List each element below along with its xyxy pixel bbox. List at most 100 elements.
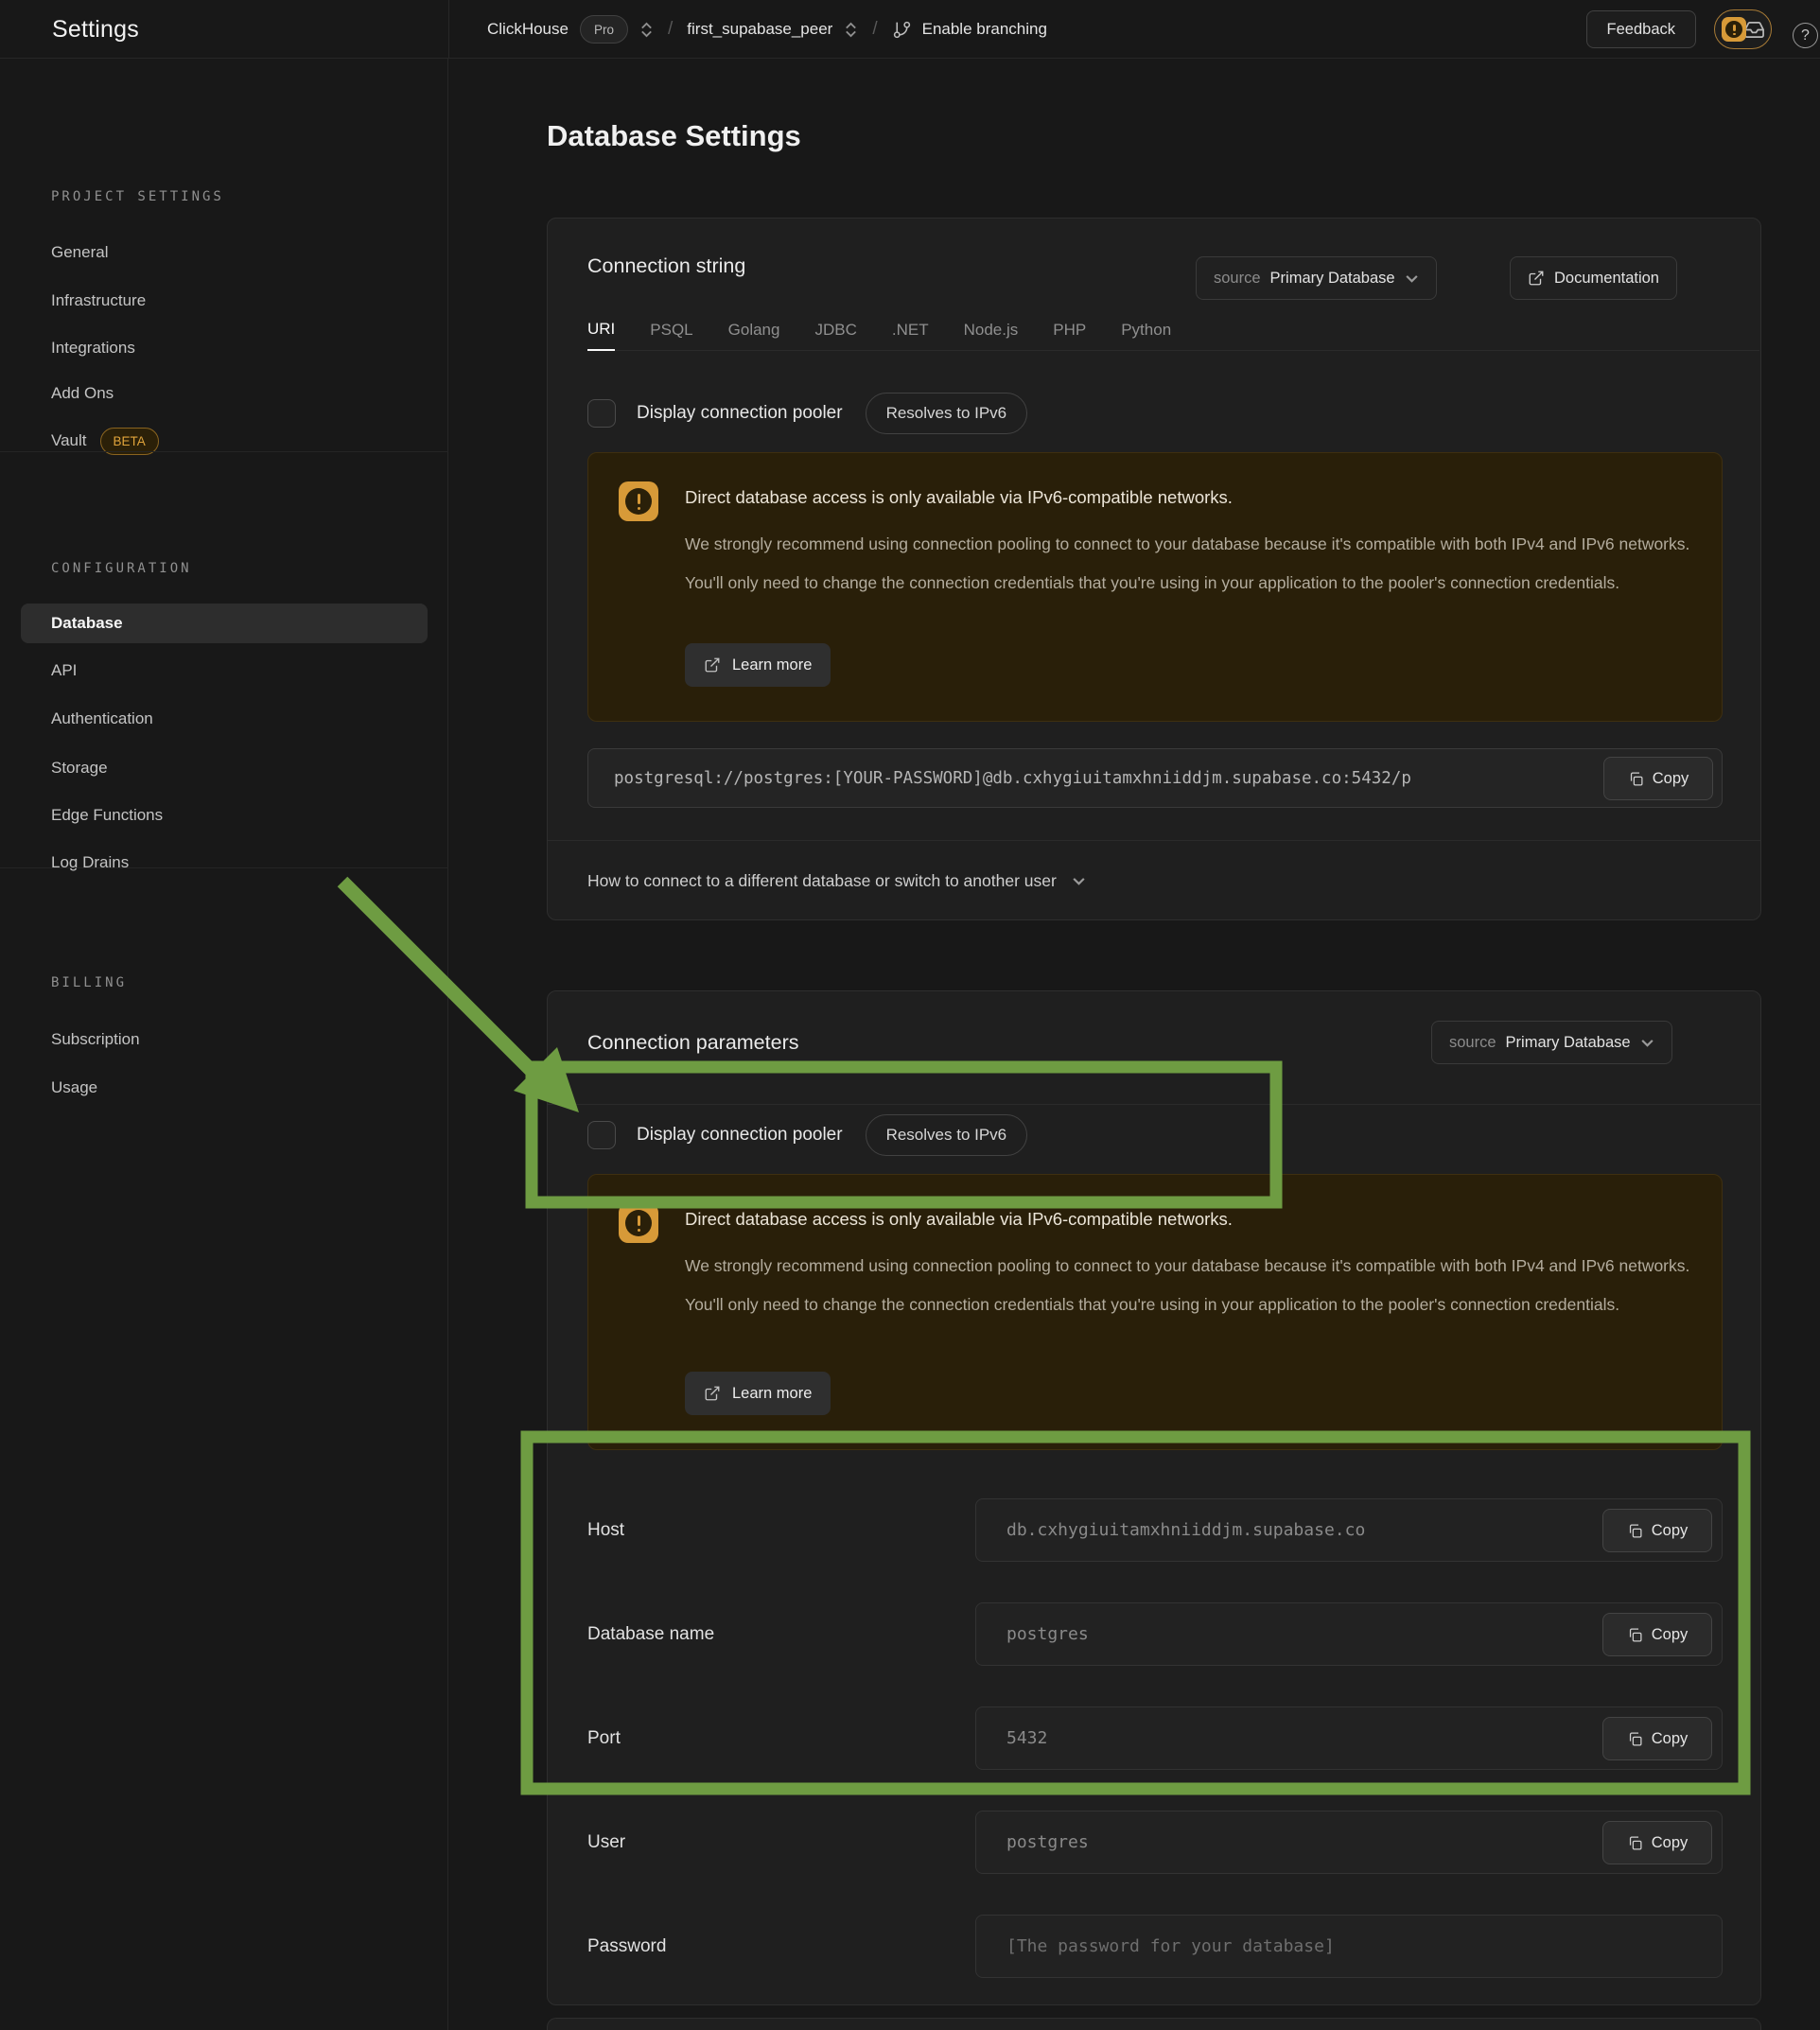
port-row: Port 5432 Copy [587,1706,1723,1770]
source-select[interactable]: source Primary Database [1431,1021,1672,1064]
project-name: first_supabase_peer [687,20,832,39]
ipv6-badge: Resolves to IPv6 [866,393,1028,434]
user-row: User postgres Copy [587,1811,1723,1874]
top-bar: Settings ClickHouse Pro / first_supabase… [0,0,1820,59]
database-name-input[interactable]: postgres Copy [975,1602,1723,1666]
database-name-row: Database name postgres Copy [587,1602,1723,1666]
display-connection-pooler-checkbox[interactable] [587,1121,616,1149]
copy-icon [1627,1523,1643,1539]
warning-body: We strongly recommend using connection p… [685,525,1711,603]
sidebar-item-add-ons[interactable]: Add Ons [0,375,448,412]
copy-database-name-button[interactable]: Copy [1602,1613,1712,1656]
tab-python[interactable]: Python [1121,309,1171,351]
port-input[interactable]: 5432 Copy [975,1706,1723,1770]
card-divider [548,1104,1760,1105]
chevron-down-icon [1405,271,1419,286]
pooler-label: Display connection pooler [637,403,843,424]
alert-icon [619,1203,658,1243]
settings-screen: Settings ClickHouse Pro / first_supabase… [0,0,1820,2030]
warning-body: We strongly recommend using connection p… [685,1247,1711,1324]
ipv6-warning: Direct database access is only available… [587,452,1723,722]
password-label: Password [587,1915,666,1978]
chevron-down-icon [1072,874,1086,888]
tab-jdbc[interactable]: JDBC [814,309,856,351]
page-title: Database Settings [547,119,801,153]
enable-branching-button[interactable]: Enable branching [892,20,1047,40]
password-input[interactable]: [The password for your database] [975,1915,1723,1978]
user-label: User [587,1811,625,1874]
breadcrumb-separator: / [872,19,877,40]
connection-uri-value: postgresql://postgres:[YOUR-PASSWORD]@db… [588,769,1411,788]
alert-badge-icon [1722,17,1746,42]
connection-uri-field[interactable]: postgresql://postgres:[YOUR-PASSWORD]@db… [587,748,1723,808]
sidebar-item-storage[interactable]: Storage [0,749,448,787]
sidebar-item-edge-functions[interactable]: Edge Functions [0,796,448,834]
section-project-settings: PROJECT SETTINGS [51,189,224,204]
source-select[interactable]: source Primary Database [1196,256,1437,300]
plan-badge: Pro [580,15,628,44]
chevron-down-icon [1640,1036,1654,1050]
tab-uri[interactable]: URI [587,309,615,351]
sidebar-item-subscription[interactable]: Subscription [0,1021,448,1059]
sidebar-item-api[interactable]: API [0,652,448,690]
external-link-icon [1528,270,1545,287]
copy-icon [1627,1627,1643,1643]
section-billing: BILLING [51,975,127,990]
pooler-label: Display connection pooler [637,1125,843,1146]
database-name-label: Database name [587,1602,714,1666]
learn-more-button[interactable]: Learn more [685,643,831,687]
copy-uri-button[interactable]: Copy [1603,757,1713,800]
breadcrumb: ClickHouse Pro / first_supabase_peer / E… [487,0,1047,59]
copy-icon [1628,771,1644,787]
tab-php[interactable]: PHP [1053,309,1086,351]
tab-nodejs[interactable]: Node.js [964,309,1019,351]
ipv6-badge: Resolves to IPv6 [866,1114,1028,1156]
warning-title: Direct database access is only available… [685,1209,1233,1230]
sidebar: PROJECT SETTINGS General Infrastructure … [0,59,448,2030]
sidebar-item-integrations[interactable]: Integrations [0,329,448,367]
pooler-row: Display connection pooler Resolves to IP… [587,1114,1027,1156]
port-label: Port [587,1706,621,1770]
org-selector[interactable]: ClickHouse Pro [487,15,654,44]
topbar-divider [448,0,449,59]
ipv6-warning: Direct database access is only available… [587,1174,1723,1450]
git-branch-icon [892,20,912,40]
host-label: Host [587,1498,624,1562]
tab-golang[interactable]: Golang [728,309,780,351]
connect-help-toggle[interactable]: How to connect to a different database o… [587,841,1086,920]
host-row: Host db.cxhygiuitamxhniiddjm.supabase.co… [587,1498,1723,1562]
tab-psql[interactable]: PSQL [650,309,692,351]
copy-port-button[interactable]: Copy [1602,1717,1712,1760]
connection-string-card: Connection string source Primary Databas… [547,218,1761,920]
project-selector[interactable]: first_supabase_peer [687,20,858,39]
sidebar-divider [0,451,448,452]
sidebar-item-usage[interactable]: Usage [0,1069,448,1107]
copy-icon [1627,1835,1643,1851]
sidebar-item-general[interactable]: General [0,234,448,271]
feedback-button[interactable]: Feedback [1586,10,1696,48]
sidebar-item-log-drains[interactable]: Log Drains [0,844,448,882]
copy-user-button[interactable]: Copy [1602,1821,1712,1864]
alert-icon [619,481,658,521]
documentation-button[interactable]: Documentation [1510,256,1677,300]
external-link-icon [704,656,721,674]
user-input[interactable]: postgres Copy [975,1811,1723,1874]
learn-more-button[interactable]: Learn more [685,1372,831,1415]
card-title: Connection parameters [587,1031,798,1055]
warning-title: Direct database access is only available… [685,487,1233,508]
enable-branching-label: Enable branching [922,20,1047,39]
sidebar-item-database[interactable]: Database [21,604,428,643]
display-connection-pooler-checkbox[interactable] [587,399,616,428]
sidebar-item-vault[interactable]: Vault BETA [0,422,448,460]
notifications-button[interactable] [1714,9,1772,49]
copy-host-button[interactable]: Copy [1602,1509,1712,1552]
sidebar-item-infrastructure[interactable]: Infrastructure [0,282,448,320]
host-input[interactable]: db.cxhygiuitamxhniiddjm.supabase.co Copy [975,1498,1723,1562]
chevrons-up-down-icon [639,22,654,38]
settings-title: Settings [52,0,139,59]
tab-dotnet[interactable]: .NET [892,309,929,351]
help-button[interactable]: ? [1793,23,1818,48]
section-configuration: CONFIGURATION [51,561,192,576]
inbox-icon [1743,19,1765,41]
sidebar-item-authentication[interactable]: Authentication [0,700,448,738]
